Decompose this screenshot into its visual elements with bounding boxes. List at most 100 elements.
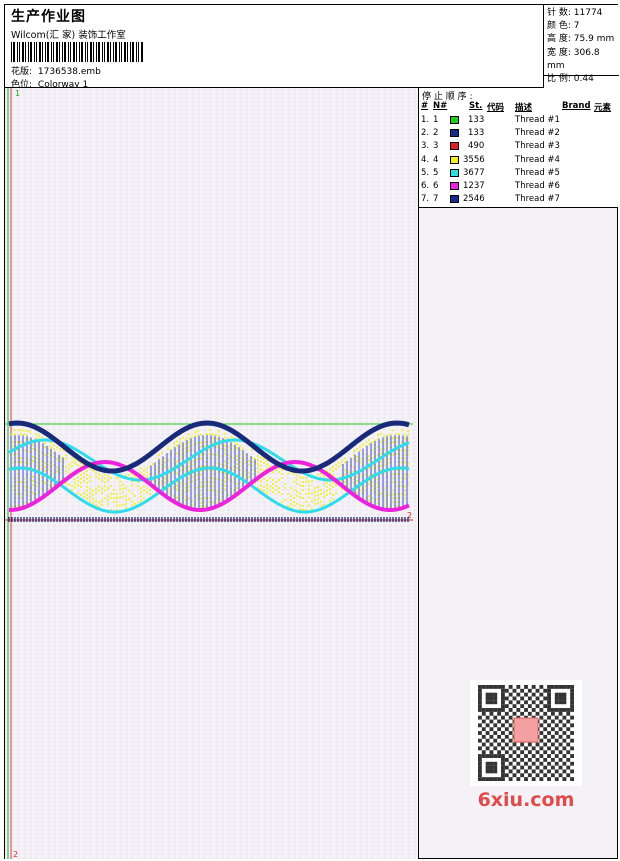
color-swatch bbox=[450, 142, 459, 151]
yellow-stitch bbox=[113, 488, 115, 491]
yellow-stitch bbox=[200, 497, 202, 500]
yellow-stitch bbox=[326, 493, 328, 496]
yellow-stitch bbox=[86, 489, 88, 492]
yellow-stitch bbox=[212, 433, 214, 436]
yellow-stitch bbox=[356, 447, 358, 450]
yellow-stitch bbox=[44, 461, 46, 464]
yellow-stitch bbox=[275, 485, 277, 488]
yellow-stitch bbox=[20, 457, 22, 460]
yellow-stitch bbox=[200, 473, 202, 476]
yellow-stitch bbox=[266, 479, 268, 482]
yellow-stitch bbox=[260, 468, 262, 471]
yellow-stitch bbox=[284, 498, 286, 501]
yellow-stitch bbox=[287, 472, 289, 475]
yellow-stitch bbox=[98, 473, 100, 476]
yellow-stitch bbox=[80, 493, 82, 496]
yellow-stitch bbox=[92, 469, 94, 472]
yellow-stitch bbox=[263, 457, 265, 460]
yellow-stitch bbox=[404, 453, 406, 456]
yellow-stitch bbox=[320, 492, 322, 495]
yellow-stitch bbox=[248, 463, 250, 466]
yellow-stitch bbox=[332, 494, 334, 497]
row-code: 133 bbox=[468, 115, 485, 125]
yellow-stitch bbox=[92, 489, 94, 492]
yellow-stitch bbox=[296, 494, 298, 497]
yellow-stitch bbox=[332, 498, 334, 501]
yellow-stitch bbox=[380, 440, 382, 443]
yellow-stitch bbox=[404, 477, 406, 480]
yellow-stitch bbox=[368, 443, 370, 446]
yellow-stitch bbox=[299, 484, 301, 487]
yellow-stitch bbox=[215, 433, 217, 436]
row-description: Thread #4 bbox=[515, 154, 560, 165]
row-description: Thread #7 bbox=[515, 194, 560, 205]
yellow-stitch bbox=[236, 467, 238, 470]
yellow-stitch bbox=[17, 429, 19, 431]
yellow-stitch bbox=[380, 432, 382, 435]
yellow-stitch bbox=[65, 466, 67, 469]
yellow-stitch bbox=[248, 459, 250, 462]
col-header-num: # bbox=[421, 101, 429, 111]
yellow-stitch bbox=[200, 501, 202, 504]
yellow-stitch bbox=[281, 501, 283, 504]
yellow-stitch bbox=[212, 473, 214, 476]
yellow-stitch bbox=[104, 477, 106, 480]
yellow-stitch bbox=[356, 479, 358, 482]
yellow-stitch bbox=[392, 453, 394, 456]
yellow-stitch bbox=[260, 484, 262, 487]
yellow-stitch bbox=[404, 493, 406, 496]
company-name: Wilcom(汇 家) 装饰工作室 bbox=[11, 30, 126, 41]
yellow-stitch bbox=[302, 477, 304, 479]
yellow-stitch bbox=[308, 488, 310, 491]
yellow-stitch bbox=[299, 496, 301, 499]
yellow-stitch bbox=[56, 466, 58, 469]
yellow-stitch bbox=[269, 485, 271, 488]
yellow-stitch bbox=[236, 455, 238, 458]
yellow-stitch bbox=[44, 445, 46, 448]
yellow-stitch bbox=[80, 473, 82, 476]
yellow-stitch bbox=[125, 502, 127, 505]
yellow-stitch bbox=[338, 465, 340, 468]
yellow-stitch bbox=[146, 491, 148, 494]
yellow-stitch bbox=[233, 441, 235, 444]
yellow-stitch bbox=[299, 508, 301, 511]
yellow-stitch bbox=[143, 497, 145, 500]
stop-sequence-panel: 停 止 顺 序 : # N# St. 代码 描述 Brand 元素 1. 1 133… bbox=[419, 88, 618, 208]
yellow-stitch bbox=[200, 489, 202, 492]
yellow-stitch bbox=[179, 438, 181, 441]
row-needle: 4 bbox=[433, 154, 439, 165]
yellow-stitch bbox=[383, 435, 385, 438]
design-file-row: 花版: 1736538.emb bbox=[11, 64, 101, 77]
yellow-stitch bbox=[218, 430, 220, 433]
yellow-stitch bbox=[110, 484, 112, 487]
yellow-stitch bbox=[20, 497, 22, 500]
yellow-stitch bbox=[308, 492, 310, 495]
yellow-stitch bbox=[407, 434, 409, 437]
row-needle: 5 bbox=[433, 167, 439, 178]
yellow-stitch bbox=[53, 444, 55, 447]
col-header-elements: 元素 bbox=[594, 103, 612, 113]
yellow-stitch bbox=[131, 492, 133, 495]
stop-sequence-row: 2. 2 133 Thread #2 bbox=[419, 128, 618, 141]
yellow-stitch bbox=[344, 481, 346, 484]
yellow-stitch bbox=[272, 479, 274, 482]
yellow-stitch bbox=[308, 480, 310, 483]
yellow-stitch bbox=[86, 497, 88, 500]
yellow-stitch bbox=[380, 448, 382, 451]
yellow-stitch bbox=[143, 485, 145, 488]
yellow-stitch bbox=[71, 488, 73, 491]
yellow-stitch bbox=[131, 504, 133, 507]
yellow-stitch bbox=[116, 504, 118, 507]
yellow-stitch bbox=[329, 492, 331, 495]
yellow-stitch bbox=[323, 503, 325, 506]
yellow-stitch bbox=[224, 484, 226, 487]
yellow-stitch bbox=[44, 481, 46, 484]
yellow-stitch bbox=[176, 496, 178, 499]
embroidery-preview: 1 2 2 bbox=[5, 88, 418, 859]
design-file-value: 1736538.emb bbox=[37, 67, 101, 77]
yellow-stitch bbox=[401, 429, 403, 432]
yellow-stitch bbox=[149, 493, 151, 496]
col-header-desc: 描述 bbox=[515, 103, 533, 113]
yellow-stitch bbox=[95, 471, 97, 474]
start-marker: 1 bbox=[15, 89, 20, 98]
